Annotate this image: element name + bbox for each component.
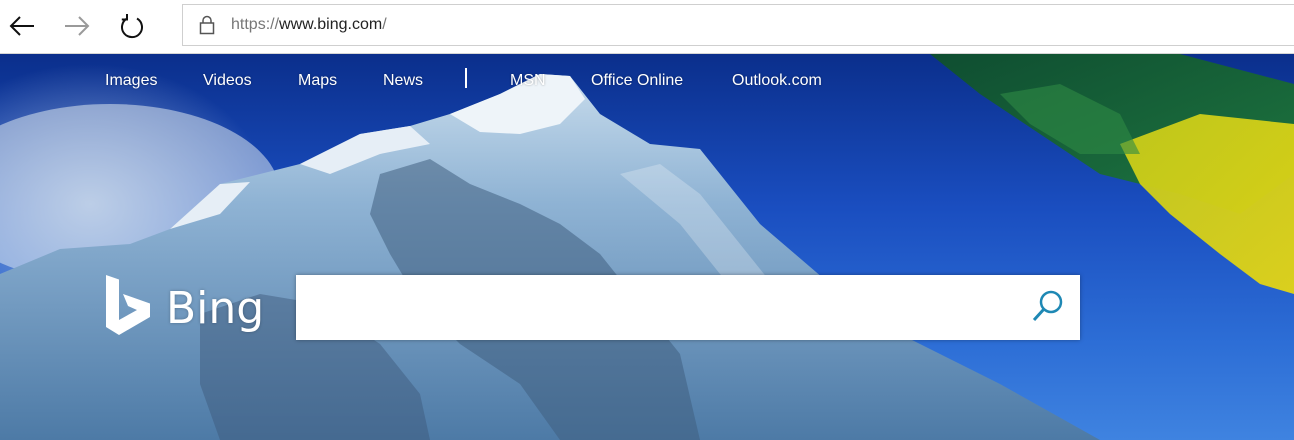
bing-logo[interactable]: Bing xyxy=(104,274,265,342)
nav-link-videos[interactable]: Videos xyxy=(203,72,252,90)
mountain-background-image xyxy=(0,54,1294,440)
url-scheme: https:// xyxy=(231,16,280,33)
search-icon xyxy=(1031,289,1065,328)
top-navigation: Images Videos Maps News MSN Office Onlin… xyxy=(0,54,1294,110)
nav-link-maps[interactable]: Maps xyxy=(298,72,337,90)
refresh-button[interactable] xyxy=(114,8,150,44)
arrow-left-icon xyxy=(8,14,36,38)
nav-link-images[interactable]: Images xyxy=(105,72,157,90)
back-button[interactable] xyxy=(4,8,40,44)
bing-b-icon xyxy=(104,274,152,342)
search-box xyxy=(296,275,1080,340)
url-host: www.bing.com xyxy=(279,16,383,33)
nav-link-msn[interactable]: MSN xyxy=(510,72,546,90)
url-text: https://www.bing.com/ xyxy=(231,16,387,34)
homepage-background: Images Videos Maps News MSN Office Onlin… xyxy=(0,54,1294,440)
address-bar[interactable]: https://www.bing.com/ xyxy=(182,4,1294,46)
forward-button[interactable] xyxy=(59,8,95,44)
arrow-right-icon xyxy=(63,14,91,38)
url-path: / xyxy=(382,16,387,33)
refresh-icon xyxy=(118,12,146,40)
nav-link-outlook[interactable]: Outlook.com xyxy=(732,72,822,90)
lock-icon xyxy=(197,13,217,37)
nav-separator xyxy=(465,68,467,88)
nav-link-news[interactable]: News xyxy=(383,72,423,90)
search-button[interactable] xyxy=(1030,290,1066,326)
search-input[interactable] xyxy=(296,275,1016,340)
browser-toolbar: https://www.bing.com/ xyxy=(0,0,1294,54)
bing-logo-text: Bing xyxy=(166,282,265,334)
nav-link-office-online[interactable]: Office Online xyxy=(591,72,683,90)
